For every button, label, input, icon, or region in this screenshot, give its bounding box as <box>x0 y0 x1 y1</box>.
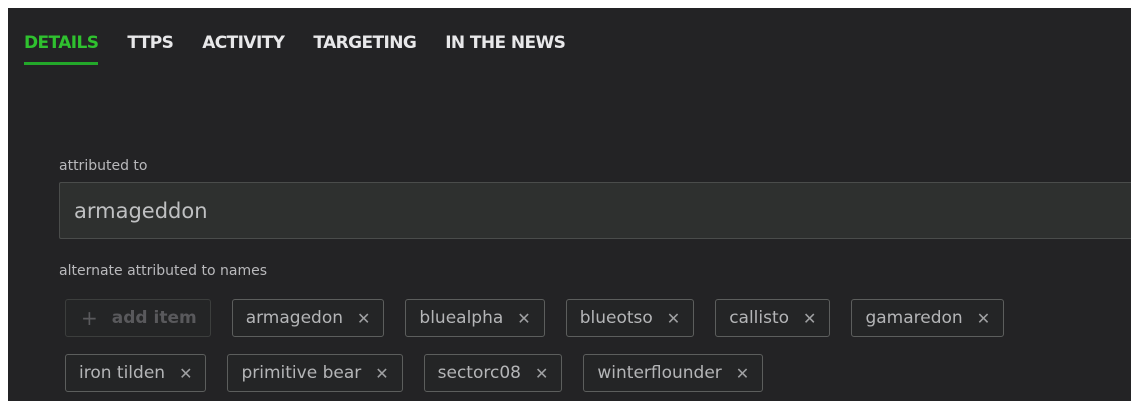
details-panel: DETAILS TTPS ACTIVITY TARGETING IN THE N… <box>8 8 1131 401</box>
chip-label: iron tilden <box>79 363 166 383</box>
name-chip: blueotso ✕ <box>565 299 695 337</box>
alternate-names-row-1: + add item armagedon ✕ bluealpha ✕ blueo… <box>65 299 1025 337</box>
name-chip: bluealpha ✕ <box>405 299 545 337</box>
plus-icon: + <box>81 306 98 330</box>
tab-bar: DETAILS TTPS ACTIVITY TARGETING IN THE N… <box>24 32 594 65</box>
add-item-label: add item <box>111 308 197 328</box>
close-icon[interactable]: ✕ <box>375 364 388 383</box>
name-chip: gamaredon ✕ <box>851 299 1005 337</box>
chip-label: armagedon <box>245 308 344 328</box>
chip-label: bluealpha <box>419 308 504 328</box>
close-icon[interactable]: ✕ <box>517 309 530 328</box>
tab-in-the-news[interactable]: IN THE NEWS <box>445 32 566 65</box>
tab-activity[interactable]: ACTIVITY <box>202 32 285 65</box>
close-icon[interactable]: ✕ <box>667 309 680 328</box>
name-chip: winterflounder ✕ <box>583 354 764 392</box>
close-icon[interactable]: ✕ <box>977 309 990 328</box>
close-icon[interactable]: ✕ <box>803 309 816 328</box>
chip-label: blueotso <box>579 308 653 328</box>
tab-targeting[interactable]: TARGETING <box>313 32 416 65</box>
chip-label: callisto <box>729 308 790 328</box>
alternate-names-row-2: iron tilden ✕ primitive bear ✕ sectorc08… <box>65 354 784 392</box>
close-icon[interactable]: ✕ <box>736 364 749 383</box>
chip-label: winterflounder <box>597 363 722 383</box>
close-icon[interactable]: ✕ <box>535 364 548 383</box>
add-item-button[interactable]: + add item <box>65 299 211 337</box>
chip-label: primitive bear <box>241 363 362 383</box>
attributed-to-label: attributed to <box>59 158 148 174</box>
tab-ttps[interactable]: TTPS <box>127 32 173 65</box>
name-chip: armagedon ✕ <box>231 299 385 337</box>
attributed-to-input[interactable] <box>59 182 1131 239</box>
name-chip: iron tilden ✕ <box>65 354 207 392</box>
name-chip: primitive bear ✕ <box>227 354 403 392</box>
chip-label: gamaredon <box>865 308 963 328</box>
tab-details[interactable]: DETAILS <box>24 32 99 65</box>
chip-label: sectorc08 <box>437 363 521 383</box>
name-chip: callisto ✕ <box>715 299 831 337</box>
name-chip: sectorc08 ✕ <box>423 354 563 392</box>
alternate-names-label: alternate attributed to names <box>59 263 267 279</box>
close-icon[interactable]: ✕ <box>357 309 370 328</box>
close-icon[interactable]: ✕ <box>179 364 192 383</box>
